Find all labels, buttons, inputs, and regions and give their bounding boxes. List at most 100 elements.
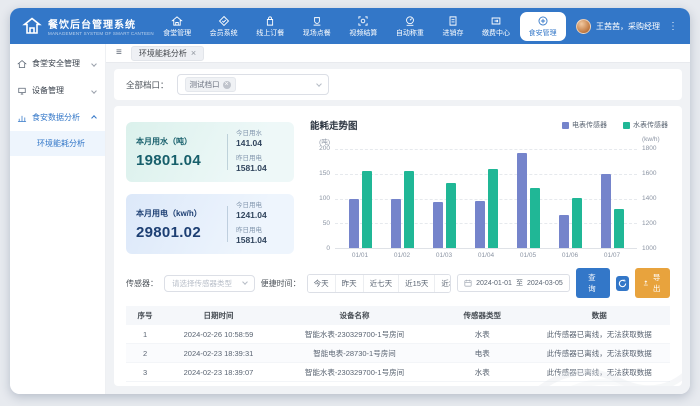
- nav-item-label: 会员系统: [210, 28, 238, 38]
- date-end: 2024-03-05: [527, 280, 563, 287]
- search-button[interactable]: 查询: [576, 268, 610, 298]
- sidebar-item-analysis[interactable]: 食安数据分析: [10, 104, 105, 131]
- x-axis-label: 01/05: [520, 252, 536, 259]
- chart-bar[interactable]: [488, 169, 498, 248]
- sidebar-item-canteen-safety[interactable]: 食堂安全管理: [10, 50, 105, 77]
- stall-select[interactable]: 测试档口 ×: [177, 74, 329, 95]
- user-menu[interactable]: 王茜茜，采购经理 ⋮: [566, 19, 682, 34]
- electric-yesterday-label: 昨日用电: [236, 224, 284, 234]
- collapse-sidebar-icon[interactable]: ≡: [116, 48, 122, 58]
- sensor-type-select[interactable]: 请选择传感器类型: [164, 275, 255, 292]
- chart-bar[interactable]: [614, 209, 624, 248]
- avatar: [576, 19, 591, 34]
- table-cell: 电表: [436, 344, 528, 363]
- bar-group: [475, 149, 498, 248]
- x-axis-label: 01/03: [436, 252, 452, 259]
- date-range-picker[interactable]: 2024-01-01 至 2024-03-05: [457, 274, 570, 292]
- canteen-safety-icon: [17, 59, 27, 69]
- table-row[interactable]: 22024-02-23 18:39:31智能电表-28730-1号房间电表此传感…: [126, 344, 670, 363]
- auto-weigh-icon: [404, 15, 416, 27]
- sensor-select-placeholder: 请选择传感器类型: [172, 278, 232, 289]
- chart-bar[interactable]: [559, 215, 569, 248]
- table-cell: 4: [126, 382, 164, 383]
- chart-title: 能耗走势图: [310, 118, 358, 132]
- nav-item-online-order[interactable]: 线上订餐: [247, 12, 293, 41]
- nav-item-inventory[interactable]: 进销存: [433, 12, 472, 41]
- logo-icon: [22, 16, 42, 36]
- chart-bar[interactable]: [517, 153, 527, 248]
- table-cell: 此传感器已离线，无法获取数据: [529, 325, 670, 344]
- x-axis-label: 01/02: [394, 252, 410, 259]
- quick-time-label: 便捷时间：: [261, 278, 301, 289]
- table-cell: 3: [126, 363, 164, 382]
- table-row[interactable]: 12024-02-26 10:58:59智能水表-230329700-1号房间水…: [126, 325, 670, 344]
- table-row[interactable]: 32024-02-23 18:39:07智能水表-230329700-1号房间水…: [126, 363, 670, 382]
- sidebar-subitem[interactable]: 环境能耗分析: [10, 131, 105, 156]
- sidebar: 食堂安全管理设备管理食安数据分析环境能耗分析: [10, 44, 106, 394]
- nav-item-payment[interactable]: 缴费中心: [473, 12, 519, 41]
- nav-item-member[interactable]: 会员系统: [201, 12, 247, 41]
- top-nav: 食堂管理会员系统线上订餐现场点餐视频结算自动称重进销存缴费中心食安管理: [154, 12, 566, 41]
- page-tab[interactable]: 环境能耗分析 ×: [131, 46, 204, 61]
- chart-bar[interactable]: [349, 199, 359, 249]
- remove-stall-tag-icon[interactable]: ×: [223, 81, 231, 89]
- close-tab-icon[interactable]: ×: [191, 49, 196, 58]
- export-icon: [643, 279, 649, 287]
- quick-time-button[interactable]: 近七天: [363, 275, 399, 292]
- nav-item-canteen[interactable]: 食堂管理: [154, 12, 200, 41]
- more-icon[interactable]: ⋮: [668, 21, 678, 32]
- chart-bar[interactable]: [404, 171, 414, 248]
- bar-group: [601, 149, 624, 248]
- water-title: 本月用水（吨）: [136, 136, 219, 147]
- chart-bar[interactable]: [433, 202, 443, 248]
- analysis-card: 本月用水（吨） 19801.04 今日用水 141.04 昨日用电 1581.0…: [114, 106, 682, 386]
- legend-label: 电表传感器: [572, 120, 607, 130]
- bar-group: [391, 149, 414, 248]
- legend-swatch: [623, 122, 630, 129]
- sidebar-item-label: 食安数据分析: [32, 112, 87, 123]
- refresh-button[interactable]: [616, 276, 629, 291]
- chevron-down-icon: [316, 81, 322, 87]
- water-month-value: 19801.04: [136, 152, 219, 169]
- quick-time-button[interactable]: 昨天: [335, 275, 363, 292]
- chart-legend: 电表传感器 水表传感器: [562, 120, 668, 130]
- chart-bar[interactable]: [475, 201, 485, 248]
- chart-bar[interactable]: [391, 199, 401, 249]
- nav-item-video-checkout[interactable]: 视频结算: [340, 12, 386, 41]
- quick-time-button[interactable]: 近30天: [434, 275, 451, 292]
- table-cell: 智能水表-230329700-1号房间: [273, 325, 436, 344]
- nav-item-dine-in[interactable]: 现场点餐: [294, 12, 340, 41]
- table-row[interactable]: 42024-02-23 15:14:21智能电表-28730-1号房间电表0.0…: [126, 382, 670, 383]
- table-cell: 2024-02-26 10:58:59: [164, 325, 273, 344]
- chevron-down-icon: [91, 88, 97, 94]
- water-yesterday-label: 昨日用电: [236, 152, 284, 162]
- export-button[interactable]: 导出: [635, 268, 670, 298]
- table-header: 传感器类型: [436, 306, 528, 325]
- chevron-up-icon: [91, 115, 97, 121]
- quick-time-button[interactable]: 近15天: [398, 275, 434, 292]
- legend-item[interactable]: 电表传感器: [562, 120, 607, 130]
- chart-bar[interactable]: [362, 171, 372, 248]
- query-toolbar: 传感器： 请选择传感器类型 便捷时间： 今天昨天近七天近15天近30天本月: [126, 259, 670, 306]
- chart-bar[interactable]: [446, 183, 456, 248]
- quick-time-button[interactable]: 今天: [308, 275, 335, 292]
- top-header: 餐饮后台管理系统 MANAGEMENT SYSTEM OF SMART CANT…: [10, 8, 690, 44]
- nav-item-food-safety[interactable]: 食安管理: [520, 12, 566, 41]
- chart-bar[interactable]: [572, 198, 582, 248]
- water-stat-card: 本月用水（吨） 19801.04 今日用水 141.04 昨日用电 1581.0…: [126, 122, 294, 182]
- nav-item-auto-weigh[interactable]: 自动称重: [387, 12, 433, 41]
- electric-today-label: 今日用电: [236, 199, 284, 209]
- electric-stat-card: 本月用电（kw/h） 29801.02 今日用电 1241.04 昨日用电 15…: [126, 194, 294, 254]
- sensor-filter-label: 传感器：: [126, 278, 158, 289]
- bar-group: [349, 149, 372, 248]
- x-axis-label: 01/04: [478, 252, 494, 259]
- right-axis-ticks: 18001600140012001000: [642, 149, 670, 249]
- bar-group: [433, 149, 456, 248]
- chart-bar[interactable]: [530, 188, 540, 248]
- legend-item[interactable]: 水表传感器: [623, 120, 668, 130]
- sidebar-item-device[interactable]: 设备管理: [10, 77, 105, 104]
- user-name: 王茜茜，采购经理: [596, 21, 660, 32]
- chart-plot-area: [335, 149, 637, 249]
- chart-bar[interactable]: [601, 174, 611, 248]
- sidebar-item-label: 设备管理: [32, 85, 87, 96]
